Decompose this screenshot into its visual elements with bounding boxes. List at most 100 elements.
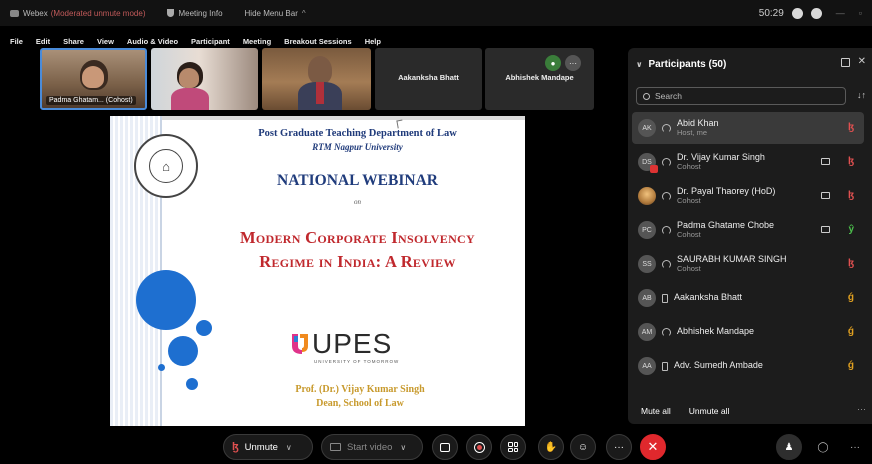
muted-mic-icon[interactable]: ɮ (848, 122, 854, 133)
participant-row[interactable]: PC Padma Ghatame Chobe Cohost ŷ (632, 214, 864, 246)
headset-icon (662, 191, 671, 201)
video-tile-name: Abhishek Mandape (505, 73, 574, 82)
unmuted-mic-icon[interactable]: ŷ (848, 224, 854, 235)
slide-top-rule (110, 116, 525, 120)
unmute-button[interactable]: ɮ Unmute ∨ (223, 434, 313, 460)
meeting-timer: 50:29 (758, 7, 784, 19)
slide-topic-line2: Regime in India: A Review (259, 252, 456, 271)
mute-all-button[interactable]: Mute all (641, 406, 671, 416)
muted-mic-icon[interactable]: ɮ (848, 258, 854, 269)
unmute-label: Unmute (244, 441, 278, 453)
sort-icon[interactable]: ↓↑ (857, 90, 866, 100)
settings-icon[interactable] (791, 7, 803, 19)
muted-mic-icon[interactable]: ɮ (848, 156, 854, 167)
slide-speaker-title: Dean, School of Law (316, 398, 404, 409)
participants-footer: Mute all Unmute all ··· (628, 398, 872, 424)
layout-icon[interactable] (810, 7, 822, 19)
participant-role: Cohost (677, 161, 701, 171)
reactions-button[interactable]: ☺ (570, 434, 596, 460)
upes-logo: UPES UNIVERSITY OF TOMORROW (290, 328, 420, 368)
participant-row[interactable]: AK Abid Khan Host, me ɮ (632, 112, 864, 144)
participant-row[interactable]: AA Adv. Sumedh Ambade ǵ (632, 350, 864, 382)
people-icon: ♟ (784, 441, 794, 453)
decor-circle-tiny (158, 364, 165, 371)
avatar (638, 187, 656, 205)
participant-name: Adv. Sumedh Ambade (674, 360, 763, 371)
leave-meeting-button[interactable]: ✕ (640, 434, 666, 460)
university-seal-logo: ⌂ (134, 134, 198, 198)
request-unmute-icon[interactable]: ǵ (848, 292, 854, 303)
app-title: Webex (Moderated unmute mode) (10, 9, 145, 18)
raise-hand-button[interactable]: ✋ (538, 434, 564, 460)
menu-share[interactable]: Share (63, 37, 84, 46)
more-options-icon[interactable]: ··· (857, 404, 866, 414)
participant-face (179, 68, 199, 88)
request-unmute-icon[interactable]: ǵ (848, 326, 854, 337)
unmute-all-button[interactable]: Unmute all (689, 406, 730, 416)
video-camera-icon (821, 158, 830, 165)
meeting-info-label: Meeting Info (178, 8, 223, 18)
more-options-icon[interactable]: ··· (565, 55, 581, 71)
app-name: Webex (23, 8, 48, 18)
presenter-badge-icon (650, 165, 658, 173)
menu-edit[interactable]: Edit (36, 37, 50, 46)
participant-name: Aakanksha Bhatt (674, 292, 743, 303)
participant-row[interactable]: DS Dr. Vijay Kumar Singh Cohost ɮ (632, 146, 864, 178)
participant-face (82, 66, 104, 88)
close-icon[interactable]: ✕ (858, 56, 866, 67)
headset-icon (662, 259, 671, 269)
more-controls-button[interactable]: ··· (606, 434, 632, 460)
apps-button[interactable] (500, 434, 526, 460)
video-tile-abhishek[interactable]: ● ··· Abhishek Mandape (485, 48, 594, 110)
minimize-window-icon[interactable]: — (836, 8, 845, 18)
restore-window-icon[interactable]: ▫ (859, 8, 862, 18)
share-button[interactable] (432, 434, 458, 460)
menu-help[interactable]: Help (365, 37, 381, 46)
menu-meeting[interactable]: Meeting (243, 37, 271, 46)
participant-tie (316, 82, 324, 104)
avatar: AA (638, 357, 656, 375)
participant-role: Cohost (677, 263, 701, 273)
menu-bar: File Edit Share View Audio & Video Parti… (0, 34, 381, 48)
participant-row[interactable]: AB Aakanksha Bhatt ǵ (632, 282, 864, 314)
chevron-down-icon[interactable]: ∨ (286, 443, 292, 452)
avatar: SS (638, 255, 656, 273)
participant-text: SAURABH KUMAR SINGH Cohost (677, 254, 787, 273)
participant-role: Cohost (677, 195, 701, 205)
menu-participant[interactable]: Participant (191, 37, 230, 46)
start-video-button[interactable]: Start video ∨ (321, 434, 423, 460)
chevron-down-icon[interactable]: ∨ (636, 60, 643, 69)
video-tile-2[interactable] (151, 48, 258, 110)
muted-mic-icon[interactable]: ɮ (848, 190, 854, 201)
more-panels-button[interactable]: ··· (842, 434, 868, 460)
chat-button[interactable]: ◯ (810, 434, 836, 460)
menu-file[interactable]: File (10, 37, 23, 46)
participant-row[interactable]: AM Abhishek Mandape ǵ (632, 316, 864, 348)
video-tile-aakanksha[interactable]: Aakanksha Bhatt (375, 48, 482, 110)
record-button[interactable] (466, 434, 492, 460)
meeting-info-button[interactable]: Meeting Info (167, 8, 223, 18)
video-tile-3[interactable] (262, 48, 371, 110)
participants-toggle-button[interactable]: ♟ (776, 434, 802, 460)
avatar: AB (638, 289, 656, 307)
video-camera-icon (821, 226, 830, 233)
participant-search-input[interactable]: Search (636, 87, 846, 105)
webex-logo-icon (10, 9, 19, 17)
menu-view[interactable]: View (97, 37, 114, 46)
moderated-mode-label: (Moderated unmute mode) (50, 8, 146, 18)
request-unmute-icon[interactable]: ǵ (848, 360, 854, 371)
menu-audio-video[interactable]: Audio & Video (127, 37, 178, 46)
video-tile-padma[interactable]: Padma Ghatam... (Cohost) (40, 48, 147, 110)
menu-breakout-sessions[interactable]: Breakout Sessions (284, 37, 352, 46)
slide-department: Post Graduate Teaching Department of Law (258, 128, 457, 139)
more-icon: ··· (850, 441, 860, 453)
avatar: DS (638, 153, 658, 173)
hide-menu-bar-button[interactable]: Hide Menu Bar ^ (245, 9, 306, 18)
chevron-down-icon[interactable]: ∨ (400, 443, 406, 452)
popout-icon[interactable] (841, 58, 850, 67)
participant-row[interactable]: SS SAURABH KUMAR SINGH Cohost ɮ (632, 248, 864, 280)
participants-header: ∨ Participants (50) ✕ (628, 48, 872, 80)
participant-text: Dr. Payal Thaorey (HoD) Cohost (677, 186, 775, 205)
headset-icon (662, 327, 671, 337)
participant-row[interactable]: Dr. Payal Thaorey (HoD) Cohost ɮ (632, 180, 864, 212)
